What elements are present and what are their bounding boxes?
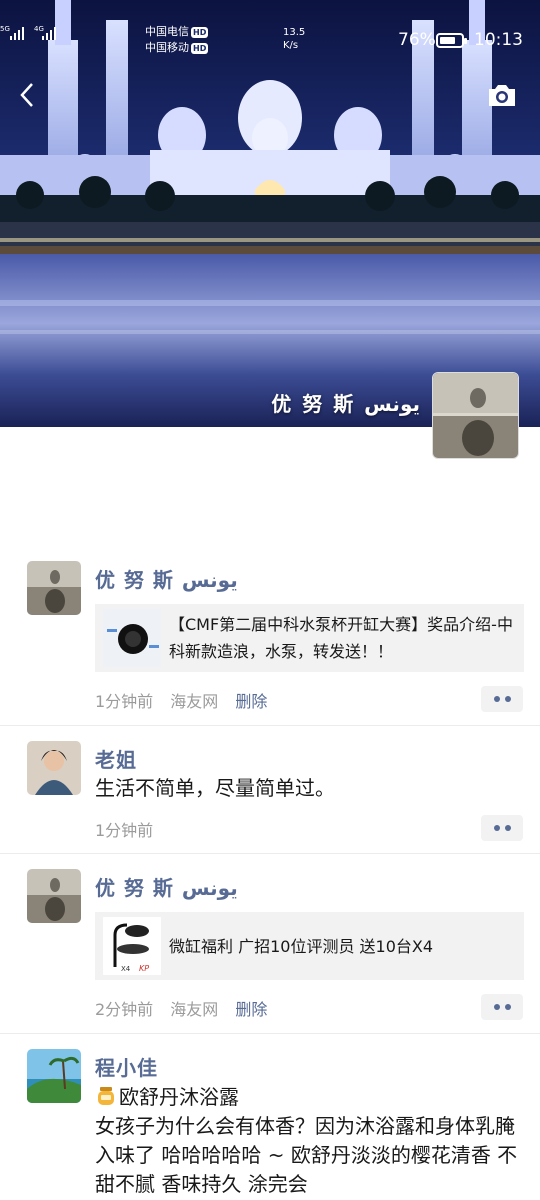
moment-post: 优 努 斯 يونس X4 KP 微缸福利 广招10位评测员 送10台X4 2分…	[0, 854, 540, 1034]
net-4g-label: 4G	[34, 25, 44, 33]
more-actions-button[interactable]	[481, 686, 523, 712]
more-actions-button[interactable]	[481, 994, 523, 1020]
link-title: 微缸福利 广招10位评测员 送10台X4	[169, 936, 434, 956]
link-thumbnail: X4 KP	[103, 917, 161, 975]
moment-post: 优 努 斯 يونس 【CMF第二届中科水泵杯开缸大赛】奖品介绍-中科新款造浪，…	[0, 546, 540, 726]
battery-icon	[436, 33, 467, 48]
hd-badge: HD	[191, 42, 209, 54]
link-card[interactable]: X4 KP 微缸福利 广招10位评测员 送10台X4	[95, 912, 524, 980]
post-time: 1分钟前	[95, 692, 154, 711]
woman-avatar-image	[27, 741, 81, 795]
camera-icon	[489, 85, 515, 106]
post-time: 2分钟前	[95, 1000, 154, 1019]
mosque-illustration	[0, 0, 540, 427]
post-author-name[interactable]: 程小佳	[95, 1052, 158, 1081]
post-time: 1分钟前	[95, 821, 154, 840]
dot-icon	[493, 696, 500, 702]
cat-tiger-avatar-image	[27, 869, 81, 923]
post-meta: 2分钟前 海友网 删除	[95, 996, 279, 1020]
avatar[interactable]	[27, 1049, 81, 1103]
net-speed-value: 13.5	[283, 27, 306, 38]
dot-icon	[504, 696, 511, 702]
post-title-line: 欧舒丹沐浴露	[119, 1085, 239, 1109]
honey-jar-icon	[95, 1085, 117, 1107]
dot-icon	[493, 1004, 500, 1010]
signal-icon: 5G 4G	[0, 25, 56, 40]
svg-text:KP: KP	[139, 964, 149, 973]
carrier-telecom: 中国电信	[145, 25, 189, 38]
pump-thumbnail-image	[103, 609, 161, 667]
post-text: 生活不简单，尽量简单过。	[95, 776, 335, 800]
cat-tiger-avatar-image	[27, 561, 81, 615]
post-source[interactable]: 海友网	[170, 692, 218, 711]
dot-icon	[504, 825, 511, 831]
post-author-name[interactable]: 优 努 斯 يونس	[95, 872, 238, 901]
link-card[interactable]: 【CMF第二届中科水泵杯开缸大赛】奖品介绍-中科新款造浪，水泵，转发送！！	[95, 604, 524, 672]
camera-button[interactable]	[486, 80, 518, 110]
avatar[interactable]	[27, 741, 81, 795]
post-source[interactable]: 海友网	[170, 1000, 218, 1019]
dot-icon	[493, 825, 500, 831]
post-author-name[interactable]: 优 努 斯 يونس	[95, 564, 238, 593]
light-product-thumbnail-image: X4 KP	[103, 917, 161, 975]
post-meta: 1分钟前 海友网 删除	[95, 688, 279, 712]
status-bar: 中国电信 HD 中国移动 HD 5G 4G 13.5 K/s 76% 10:13	[0, 22, 540, 58]
avatar[interactable]	[27, 561, 81, 615]
net-5g-label: 5G	[0, 25, 10, 33]
cat-tiger-avatar-image	[433, 373, 518, 458]
more-actions-button[interactable]	[481, 815, 523, 841]
chevron-left-icon	[20, 83, 33, 107]
dot-icon	[504, 1004, 511, 1010]
net-speed-unit: K/s	[283, 40, 299, 51]
post-meta: 1分钟前	[95, 817, 165, 841]
post-body: 女孩子为什么会有体香？因为沐浴露和身体乳腌入味了 哈哈哈哈哈 ~ 欧舒丹淡淡的樱…	[95, 1114, 518, 1196]
avatar[interactable]	[27, 869, 81, 923]
post-text: 欧舒丹沐浴露 女孩子为什么会有体香？因为沐浴露和身体乳腌入味了 哈哈哈哈哈 ~ …	[95, 1083, 520, 1199]
post-text-line1: 欧舒丹沐浴露	[95, 1083, 520, 1112]
battery-percent: 76%	[398, 30, 436, 50]
net-speed: 13.5 K/s	[283, 26, 305, 52]
delete-link[interactable]: 删除	[235, 692, 267, 711]
owner-name[interactable]: 优 努 斯 يونس	[271, 388, 420, 417]
link-thumbnail	[103, 609, 161, 667]
carrier-mobile: 中国移动	[145, 41, 189, 54]
post-author-name[interactable]: 老姐	[95, 744, 137, 773]
moment-post: 程小佳 欧舒丹沐浴露 女孩子为什么会有体香？因为沐浴露和身体乳腌入味了 哈哈哈哈…	[0, 1034, 540, 1200]
delete-link[interactable]: 删除	[235, 1000, 267, 1019]
cover-image[interactable]: 中国电信HD 中国移动HD 5G 4G 13.5 K/s 76% 10:13	[0, 0, 540, 427]
thumb-caption: X4	[121, 965, 131, 973]
moment-post: 老姐 生活不简单，尽量简单过。 1分钟前	[0, 726, 540, 854]
back-button[interactable]	[14, 80, 44, 110]
hd-badge: HD	[191, 26, 209, 38]
carrier-info: 中国电信 HD 中国移动 HD	[145, 24, 209, 56]
owner-avatar[interactable]	[432, 372, 519, 459]
link-title: 【CMF第二届中科水泵杯开缸大赛】奖品介绍-中科新款造浪，水泵，转发送！！	[169, 615, 513, 661]
beach-avatar-image	[27, 1049, 81, 1103]
clock: 10:13	[474, 30, 523, 50]
